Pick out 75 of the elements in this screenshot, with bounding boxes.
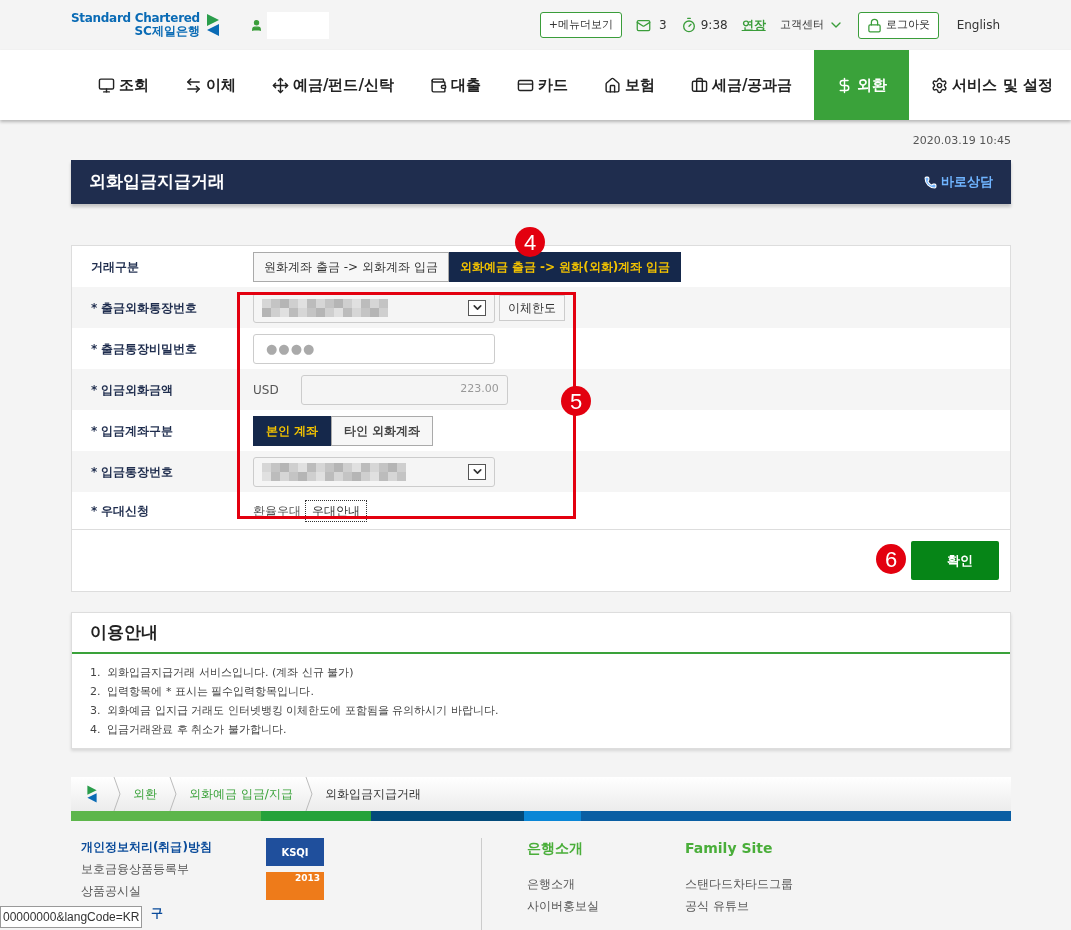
nav-tab[interactable]: 보험 [591, 50, 667, 120]
monitor-icon [98, 76, 115, 94]
support-menu[interactable]: 고객센터 [779, 16, 844, 34]
nav-tab[interactable]: 조회 [86, 50, 161, 120]
nav-tab[interactable]: 카드 [504, 50, 580, 120]
house-icon [603, 76, 621, 94]
nav-tab[interactable]: 서비스 및 설정 [919, 50, 1065, 120]
account-type-option[interactable]: 본인 계좌 [253, 415, 332, 446]
language-link[interactable]: English [956, 16, 1000, 34]
account-type-option[interactable]: 타인 외화계좌 [331, 415, 434, 446]
footer-link[interactable]: 은행소개 [527, 875, 599, 893]
breadcrumb-link[interactable]: 외화입금지급거래 [324, 785, 421, 803]
session-timer: 9:38 [700, 17, 728, 34]
limit-button[interactable]: 이체한도 [499, 294, 565, 321]
field-label: * 우대신청 [90, 502, 151, 520]
date-time: 2020.03.19 10:45 [911, 133, 1011, 149]
wallet-icon [429, 76, 447, 94]
guide-item: 4. 입금거래완료 후 취소가 불가합니다. [90, 722, 288, 738]
footer-link[interactable]: 상품공시실 [81, 882, 141, 900]
benefit-guide-button[interactable]: 우대안내 [305, 499, 367, 522]
footer-heading: Family Site [685, 839, 774, 858]
footer-link[interactable]: 보호금융상품등록부 [81, 860, 189, 878]
ksqi-badge: KSQI [266, 838, 324, 866]
guide-item: 3. 외화예금 입지급 거래도 인터넷뱅킹 이체한도에 포함됨을 유의하시기 바랍니다. [90, 703, 500, 719]
footer-link[interactable]: 개인정보처리(취급)방침 [81, 838, 212, 856]
mail-icon[interactable] [636, 17, 652, 33]
field-label: * 입금통장번호 [90, 463, 175, 481]
lock-icon [866, 17, 882, 33]
arrows-icon [185, 76, 202, 94]
logo-text: Standard Chartered [71, 12, 200, 25]
annotation-marker: 4 [515, 227, 545, 257]
menu-more-button[interactable]: +메뉴더보기 [539, 12, 623, 38]
status-url: 00000000&langCode=KR [0, 906, 143, 928]
dropdown-icon [468, 463, 486, 480]
settings-icon [931, 76, 949, 94]
logo-text: SC제일은행 [134, 25, 200, 38]
nav-tab[interactable]: 예금/펀드/신탁 [260, 50, 406, 120]
dropdown-icon [468, 299, 486, 316]
chevron-separator-icon [169, 777, 177, 811]
chevron-separator-icon [304, 777, 313, 811]
confirm-button[interactable]: 확인 [911, 541, 999, 580]
field-label: * 출금외화통장번호 [90, 299, 199, 317]
nav-tab[interactable]: 세금/공과금 [678, 50, 805, 120]
briefcase-icon [690, 76, 708, 94]
footer-link[interactable]: 사이버홍보실 [527, 897, 599, 915]
footer-heading: 은행소개 [527, 839, 584, 858]
guide-title: 이용안내 [90, 620, 158, 644]
nav-tab[interactable]: 대출 [417, 50, 493, 120]
move-icon [272, 76, 289, 94]
currency-label: USD [253, 381, 279, 399]
footer-link[interactable]: 스탠다드차타드그룹 [685, 875, 793, 893]
phone-icon [924, 175, 937, 189]
nav-tab[interactable]: 이체 [173, 50, 248, 120]
timer-icon [680, 17, 697, 33]
wa-badge: 2013 [266, 872, 324, 900]
guide-item: 1. 외화입금지급거래 서비스입니다. (계좌 신규 불가) [90, 665, 355, 681]
mail-count: 3 [659, 17, 667, 34]
field-label: * 입금외화금액 [90, 381, 175, 399]
chevron-separator-icon [113, 777, 121, 811]
field-label: 거래구분 [90, 258, 140, 276]
type-option[interactable]: 외화예금 출금 -> 원화(외화)계좌 입금 [448, 251, 682, 282]
page-title: 외화입금지급거래 [89, 170, 225, 194]
consult-link[interactable]: 바로상담 [924, 172, 993, 192]
field-label: * 입금계좌구분 [90, 422, 175, 440]
bank-logo[interactable]: Standard Chartered SC제일은행 [71, 12, 222, 38]
footer-link[interactable]: 구 [151, 904, 163, 922]
logo-icon[interactable] [85, 784, 99, 804]
benefit-text: 환율우대 [253, 502, 301, 520]
guide-item: 2. 입력항목에 * 표시는 필수입력항목입니다. [90, 684, 315, 700]
logout-button[interactable]: 로그아웃 [857, 11, 939, 39]
footer-link[interactable]: 공식 유튜브 [685, 897, 793, 915]
annotation-marker: 6 [876, 544, 906, 574]
field-label: * 출금통장비밀번호 [90, 340, 199, 358]
type-option[interactable]: 원화계좌 출금 -> 외화계좌 입금 [253, 251, 449, 282]
user-icon [249, 18, 263, 32]
